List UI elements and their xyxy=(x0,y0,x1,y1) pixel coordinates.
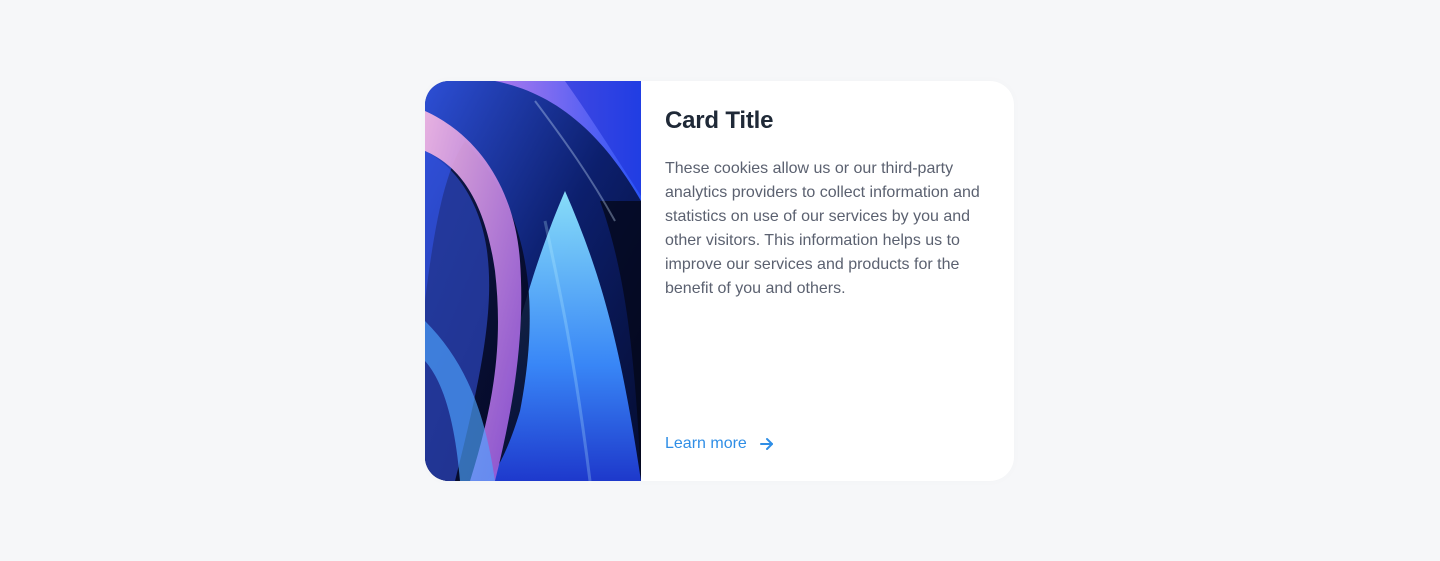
card-content: Card Title These cookies allow us or our… xyxy=(641,81,1014,481)
card-description: These cookies allow us or our third-part… xyxy=(665,160,980,297)
card-image xyxy=(425,81,641,481)
arrow-right-icon xyxy=(757,434,777,454)
abstract-blue-waves-image xyxy=(425,81,641,481)
info-card: Card Title These cookies allow us or our… xyxy=(425,81,1014,481)
learn-more-label: Learn more xyxy=(665,435,747,452)
learn-more-link[interactable]: Learn more xyxy=(665,432,777,456)
card-title: Card Title xyxy=(665,107,774,134)
